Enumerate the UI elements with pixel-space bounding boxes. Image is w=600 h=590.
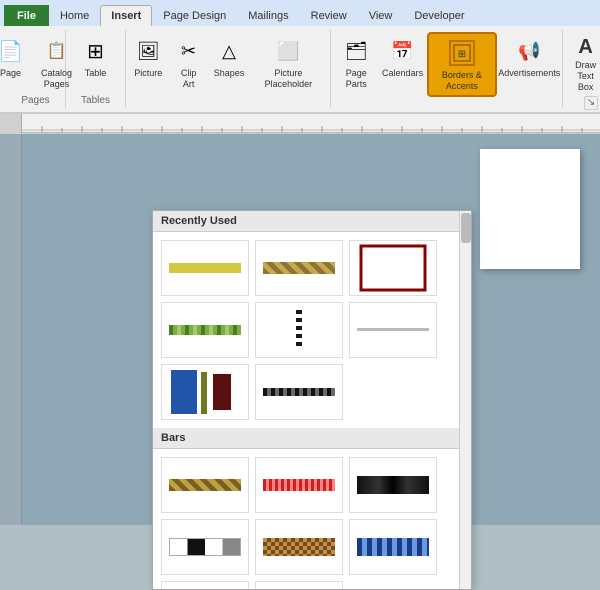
bars-item-2[interactable]: [255, 457, 343, 513]
table-button[interactable]: ⊞ Table: [75, 32, 117, 82]
clip-art-icon: ✂: [173, 35, 205, 67]
picture-placeholder-icon: ⬜: [272, 35, 304, 67]
borders-accents-icon: ⊞: [446, 37, 478, 69]
shapes-label: Shapes: [214, 68, 245, 79]
horizontal-ruler: [22, 114, 600, 133]
clip-art-label: Clip Art: [175, 68, 201, 90]
dropdown-scrollbar[interactable]: [459, 211, 471, 589]
tab-view[interactable]: View: [358, 5, 404, 26]
recently-used-item-7[interactable]: [161, 364, 249, 420]
borders-accents-dropdown: Recently Used: [152, 210, 472, 590]
recently-used-header: Recently Used: [153, 211, 471, 232]
recently-used-item-4[interactable]: [161, 302, 249, 358]
bars-item-3[interactable]: [349, 457, 437, 513]
table-label: Table: [85, 68, 107, 79]
tables-group: ⊞ Table Tables: [66, 30, 126, 108]
pages-group: 📄 Page 📋 Catalog Pages Pages: [6, 30, 66, 108]
recently-used-item-6[interactable]: [349, 302, 437, 358]
draw-text-box-icon: A: [574, 35, 598, 59]
illustrations-group: 🖼 Picture ✂ Clip Art △ Shapes ⬜ Picture …: [126, 30, 331, 108]
advertisements-label: Advertisements: [498, 68, 560, 79]
content-area: Recently Used: [22, 134, 600, 525]
draw-text-box-button[interactable]: A Draw Text Box: [571, 32, 600, 95]
recently-used-item-5[interactable]: [255, 302, 343, 358]
page-parts-button[interactable]: 🗂 Page Parts: [335, 32, 379, 93]
picture-label: Picture: [134, 68, 162, 79]
tab-row: File Home Insert Page Design Mailings Re…: [0, 0, 600, 26]
dialog-launcher[interactable]: ↘: [584, 96, 598, 110]
shapes-icon: △: [213, 35, 245, 67]
clip-art-button[interactable]: ✂ Clip Art: [170, 32, 206, 93]
tab-insert[interactable]: Insert: [100, 5, 152, 26]
tab-page-design[interactable]: Page Design: [152, 5, 237, 26]
page-label: Page: [0, 68, 21, 79]
page-parts-icon: 🗂: [340, 35, 372, 67]
main-area: Recently Used: [0, 134, 600, 525]
ribbon: 📄 Page 📋 Catalog Pages Pages ⊞ Table Tab…: [0, 26, 600, 114]
borders-accents-button[interactable]: ⊞ Borders & Accents: [427, 32, 497, 97]
recently-used-item-empty: [349, 364, 437, 420]
page-canvas: [480, 149, 580, 269]
svg-text:⊞: ⊞: [458, 49, 466, 60]
bars-item-5[interactable]: [255, 519, 343, 575]
picture-placeholder-label: Picture Placeholder: [256, 68, 320, 90]
bars-item-1[interactable]: [161, 457, 249, 513]
calendars-label: Calendars: [382, 68, 423, 79]
picture-icon: 🖼: [132, 35, 164, 67]
picture-button[interactable]: 🖼 Picture: [130, 32, 166, 82]
table-icon: ⊞: [80, 35, 112, 67]
tab-review[interactable]: Review: [300, 5, 358, 26]
calendars-icon: 📅: [387, 35, 419, 67]
bars-header: Bars: [153, 428, 471, 449]
left-sidebar: [0, 134, 22, 525]
recently-used-item-1[interactable]: [161, 240, 249, 296]
ruler-corner: [0, 114, 22, 133]
picture-placeholder-button[interactable]: ⬜ Picture Placeholder: [251, 32, 325, 93]
tab-mailings[interactable]: Mailings: [237, 5, 299, 26]
ruler-row: [0, 114, 600, 134]
bars-item-7[interactable]: [161, 581, 249, 590]
shapes-button[interactable]: △ Shapes: [211, 32, 247, 82]
tables-group-label: Tables: [81, 93, 110, 106]
bars-item-8[interactable]: [255, 581, 343, 590]
bars-item-6[interactable]: [349, 519, 437, 575]
tab-file[interactable]: File: [4, 5, 49, 26]
page-icon: 📄: [0, 35, 27, 67]
recently-used-item-3[interactable]: [349, 240, 437, 296]
recently-used-item-2[interactable]: [255, 240, 343, 296]
bars-grid: [153, 449, 471, 590]
recently-used-item-8[interactable]: [255, 364, 343, 420]
advertisements-icon: 📢: [513, 35, 545, 67]
borders-accents-label: Borders & Accents: [434, 70, 490, 92]
tab-developer[interactable]: Developer: [403, 5, 475, 26]
tab-home[interactable]: Home: [49, 5, 100, 26]
pages-group-label: Pages: [21, 93, 49, 106]
recently-used-grid: [153, 232, 471, 428]
advertisements-button[interactable]: 📢 Advertisements: [501, 32, 558, 82]
page-button[interactable]: 📄 Page: [0, 32, 30, 82]
scrollbar-thumb[interactable]: [461, 213, 471, 243]
calendars-button[interactable]: 📅 Calendars: [382, 32, 423, 82]
page-parts-label: Page Parts: [340, 68, 374, 90]
building-blocks-group: 🗂 Page Parts 📅 Calendars ⊞ Borders & Acc…: [331, 30, 563, 108]
draw-text-box-label: Draw Text Box: [574, 60, 598, 92]
bars-item-4[interactable]: [161, 519, 249, 575]
